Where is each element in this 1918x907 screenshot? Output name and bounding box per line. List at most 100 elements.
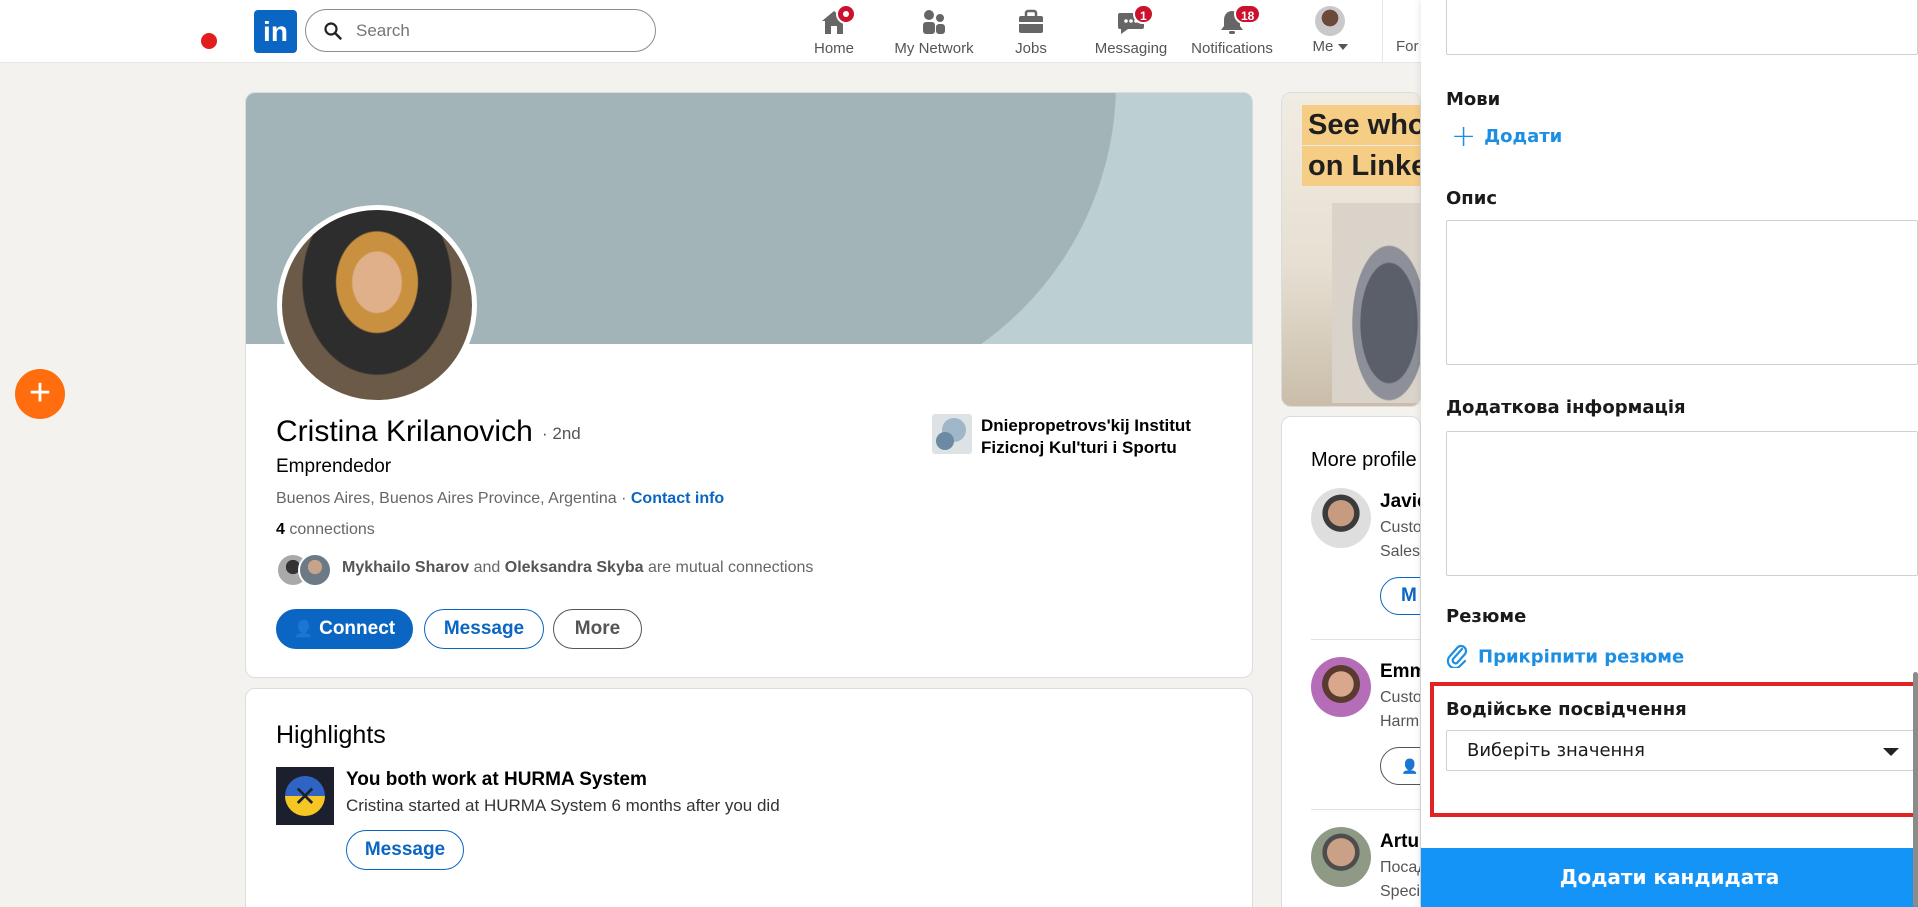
connections-number: 4: [276, 521, 285, 538]
person-avatar[interactable]: [1311, 488, 1371, 548]
profile-photo[interactable]: [277, 205, 477, 405]
highlights-title: Highlights: [276, 721, 386, 749]
recording-indicator: [201, 33, 217, 49]
nav-messaging[interactable]: 1 Messaging: [1081, 4, 1181, 60]
paperclip-icon: [1446, 642, 1468, 673]
mutual-avatar-2: [298, 553, 332, 587]
nav-divider: [1382, 0, 1383, 62]
connection-degree: · 2nd: [542, 424, 581, 443]
driver-license-select[interactable]: Виберіть значення: [1446, 730, 1918, 771]
driver-license-label: Водійське посвідчення: [1446, 699, 1687, 720]
nav-notifications-label: Notifications: [1191, 40, 1273, 57]
add-candidate-panel: Мови + Додати Опис Додаткова інформація Р…: [1421, 0, 1918, 907]
person-name[interactable]: Javie: [1380, 491, 1420, 513]
linkedin-logo[interactable]: in: [254, 10, 297, 53]
search-input[interactable]: [356, 18, 636, 44]
profile-location: Buenos Aires, Buenos Aires Province, Arg…: [276, 490, 724, 508]
search-bar[interactable]: [305, 9, 656, 52]
plus-icon: +: [28, 372, 52, 414]
ad-line-2: on Linked: [1302, 146, 1420, 186]
connect-button[interactable]: 👤 Connect: [276, 609, 413, 649]
ad-card[interactable]: See who on Linked: [1281, 92, 1421, 407]
connections-count[interactable]: 4 connections: [276, 521, 375, 539]
nav-my-network[interactable]: My Network: [884, 4, 984, 60]
notifications-badge: 18: [1234, 4, 1262, 24]
add-language-button[interactable]: + Додати: [1451, 122, 1563, 152]
person-connect-button[interactable]: 👤: [1380, 747, 1420, 785]
panel-scrollbar[interactable]: [1913, 672, 1918, 907]
plus-icon: +: [1451, 119, 1477, 154]
add-floating-button[interactable]: +: [15, 369, 65, 419]
more-profiles-card: More profile Javie Custo Sales M Emm Cus…: [1281, 416, 1421, 907]
profile-card: Cristina Krilanovich · 2nd Emprendedor B…: [245, 92, 1253, 678]
ad-photo: [1332, 203, 1420, 403]
separator: [1311, 639, 1420, 640]
nav-jobs[interactable]: Jobs: [981, 4, 1081, 60]
mutual-name-1: Mykhailo Sharov: [342, 559, 470, 576]
caret-down-icon: [1337, 44, 1348, 51]
highlight-message-button[interactable]: Message: [346, 830, 464, 870]
school-name[interactable]: Dniepropetrovs'kij Institut Fizicnoj Kul…: [981, 415, 1211, 459]
nav-jobs-label: Jobs: [1015, 40, 1047, 57]
profile-headline: Emprendedor: [276, 456, 392, 477]
highlight-headline: You both work at HURMA System: [346, 769, 647, 790]
person-headline-2: Harm: [1380, 713, 1420, 730]
nav-notifications[interactable]: 18 Notifications: [1182, 4, 1282, 60]
school-logo[interactable]: [932, 414, 972, 454]
add-person-icon: 👤: [293, 621, 314, 638]
nav-home[interactable]: Home: [784, 4, 884, 60]
network-icon: [918, 8, 950, 38]
resume-label: Резюме: [1446, 606, 1527, 627]
add-language-label: Додати: [1484, 126, 1563, 147]
nav-home-label: Home: [813, 40, 854, 57]
person-name[interactable]: Artu: [1380, 831, 1419, 853]
more-button[interactable]: More: [553, 609, 642, 649]
attach-resume-label: Прикріпити резюме: [1478, 646, 1685, 668]
message-button[interactable]: Message: [424, 609, 544, 649]
description-label: Опис: [1446, 188, 1498, 209]
me-avatar: [1315, 6, 1345, 36]
highlights-card: Highlights ✕ You both work at HURMA Syst…: [245, 688, 1253, 907]
driver-license-value: Виберіть значення: [1467, 740, 1645, 761]
person-name[interactable]: Emm: [1380, 661, 1420, 683]
for-business-link[interactable]: For: [1396, 38, 1419, 55]
languages-label: Мови: [1446, 89, 1501, 110]
mutual-and: and: [473, 559, 501, 576]
profile-name: Cristina Krilanovich: [276, 415, 533, 448]
add-person-icon: 👤: [1401, 758, 1419, 774]
person-headline-1: Custo: [1380, 519, 1421, 536]
person-avatar[interactable]: [1311, 827, 1371, 887]
description-textarea[interactable]: [1446, 220, 1918, 365]
separator: [1311, 809, 1420, 810]
location-text: Buenos Aires, Buenos Aires Province, Arg…: [276, 490, 627, 507]
mutual-connections[interactable]: Mykhailo Sharov and Oleksandra Skyba are…: [342, 559, 813, 577]
person-message-button[interactable]: M: [1380, 577, 1420, 615]
person-avatar[interactable]: [1311, 657, 1371, 717]
ad-line-1: See who: [1302, 105, 1420, 145]
hurma-logo-mark: ✕: [293, 781, 317, 812]
mutual-suffix: are mutual connections: [647, 559, 814, 576]
add-candidate-button[interactable]: Додати кандидата: [1421, 848, 1918, 907]
nav-me-label: Me: [1280, 38, 1380, 55]
briefcase-icon: [1015, 8, 1047, 38]
hurma-logo: ✕: [276, 767, 334, 825]
person-headline-2: Sales: [1380, 543, 1421, 560]
person-headline-1: Посад: [1380, 859, 1420, 876]
messaging-icon: 1: [1115, 4, 1154, 38]
connect-label: Connect: [319, 618, 396, 639]
nav-messaging-label: Messaging: [1094, 40, 1168, 57]
search-icon: [324, 22, 342, 40]
additional-info-textarea[interactable]: [1446, 431, 1918, 576]
connections-label: connections: [289, 521, 375, 538]
home-badge: [836, 4, 856, 24]
highlight-subtext: Cristina started at HURMA System 6 month…: [346, 796, 780, 815]
previous-field-input[interactable]: [1446, 0, 1918, 55]
contact-info-link[interactable]: Contact info: [631, 490, 724, 507]
person-headline-1: Custo: [1380, 689, 1421, 706]
person-headline-2: Speci: [1380, 883, 1421, 900]
more-profiles-title: More profile: [1311, 449, 1417, 471]
nav-me[interactable]: Me: [1280, 4, 1380, 60]
attach-resume-button[interactable]: Прикріпити резюме: [1446, 642, 1684, 673]
nav-my-network-label: My Network: [894, 40, 974, 57]
chevron-down-icon: [1883, 748, 1899, 756]
